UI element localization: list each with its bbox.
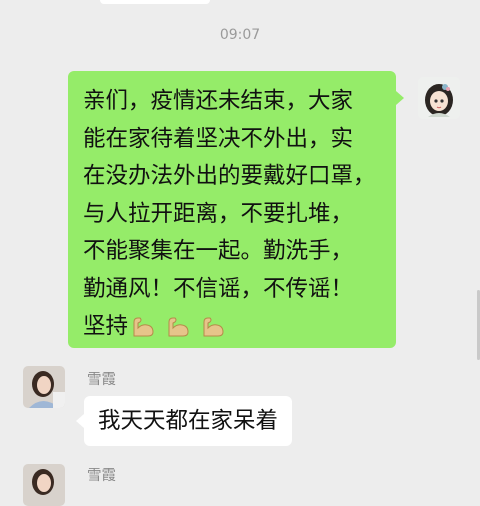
flexed-biceps-icon xyxy=(203,317,224,336)
message-line: 与人拉开距离，不要扎堆， xyxy=(83,200,354,227)
sender-name: 雪霞 xyxy=(87,468,116,484)
photo-avatar-icon xyxy=(23,464,65,506)
message-line: 在没办法外出的要戴好口罩， xyxy=(83,163,376,189)
cartoon-girl-avatar-icon xyxy=(418,77,460,119)
self-avatar[interactable] xyxy=(418,77,460,119)
message-last-line: 坚持 xyxy=(83,308,396,346)
message-timestamp: 09:07 xyxy=(219,27,261,43)
message-line: 不能聚集在一起。勤洗手， xyxy=(83,238,354,264)
flexed-biceps-icon xyxy=(168,317,189,336)
previous-message-edge xyxy=(100,0,210,4)
photo-avatar-icon xyxy=(23,366,65,408)
self-message-bubble[interactable]: 亲们，疫情还未结束，大家 能在家待着坚决不外出，实 在没办法外出的要戴好口罩， … xyxy=(68,71,404,348)
message-text: 我天天都在家呆着 xyxy=(98,408,279,434)
message-line: 亲们，疫情还未结束，大家 xyxy=(83,88,354,114)
message-line: 勤通风！不信谣，不传谣！ xyxy=(83,275,354,302)
contact-message-bubble[interactable]: 我天天都在家呆着 xyxy=(75,396,293,446)
sender-name: 雪霞 xyxy=(87,372,116,388)
message-line: 能在家待着坚决不外出，实 xyxy=(83,125,354,152)
message-line: 坚持 xyxy=(83,313,129,340)
contact-avatar[interactable] xyxy=(23,366,65,408)
emoji-group xyxy=(130,308,228,346)
flexed-biceps-icon xyxy=(133,317,154,336)
contact-avatar[interactable] xyxy=(23,464,65,506)
